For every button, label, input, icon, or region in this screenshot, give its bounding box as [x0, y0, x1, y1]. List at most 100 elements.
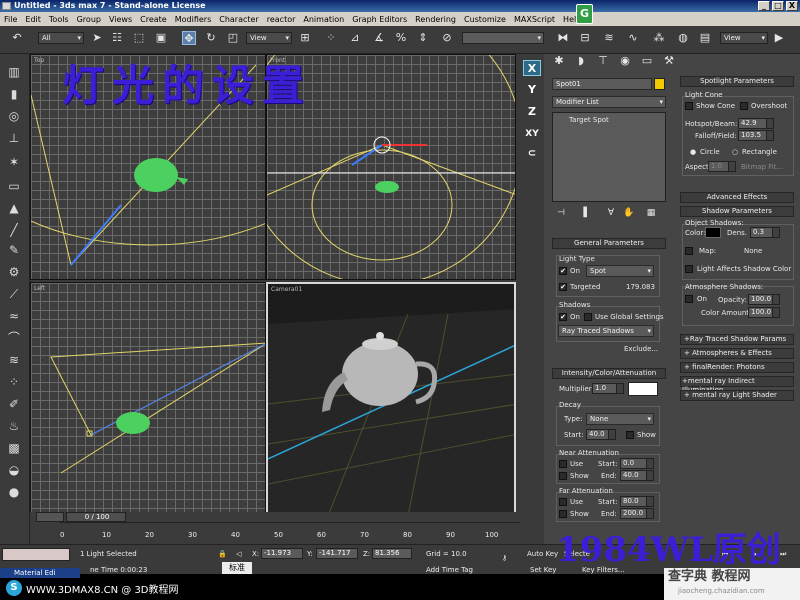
playback-end-icon[interactable]: ⏭ — [780, 550, 786, 559]
track-bar[interactable]: 0 10 20 30 40 50 60 70 80 90 100 — [60, 522, 520, 540]
axis-xy-button[interactable]: XY — [523, 126, 541, 142]
tool-cone-icon[interactable]: ▲ — [6, 200, 22, 216]
tool-camera-icon[interactable]: ▩ — [6, 440, 22, 456]
viewport-label[interactable]: Left — [34, 285, 45, 292]
time-slider-prev[interactable] — [36, 512, 64, 522]
render-scene-icon[interactable]: ▤ — [698, 31, 712, 45]
near-show-checkbox[interactable] — [559, 472, 567, 480]
menu-create[interactable]: Create — [136, 15, 171, 24]
mirror-icon[interactable]: ⧓ — [556, 31, 570, 45]
window-crossing-icon[interactable]: ▣ — [154, 31, 168, 45]
tool-sphere-icon[interactable]: ● — [6, 484, 22, 500]
hotspot-spinner[interactable]: 42.9 — [738, 118, 774, 129]
far-end-spinner[interactable]: 200.0 — [620, 508, 654, 519]
far-start-spinner[interactable]: 80.0 — [620, 496, 654, 507]
atmospheres-effects-rollout[interactable]: + Atmospheres & Effects — [680, 348, 794, 359]
menu-tools[interactable]: Tools — [45, 15, 73, 24]
magnet-icon[interactable]: ⊂ — [523, 146, 541, 162]
light-on-checkbox[interactable]: ✔ — [559, 267, 567, 275]
light-affects-checkbox[interactable] — [685, 265, 693, 273]
atmosphere-on-checkbox[interactable] — [685, 295, 693, 303]
pivot-icon[interactable]: ⊞ — [298, 31, 312, 45]
general-parameters-header[interactable]: General Parameters — [552, 238, 666, 249]
material-editor-task[interactable]: Material Edi — [0, 568, 80, 578]
move-icon[interactable]: ✥ — [182, 31, 196, 45]
display-tab-icon[interactable]: ▭ — [640, 54, 654, 68]
select-arrow-icon[interactable]: ➤ — [90, 31, 104, 45]
object-name-field[interactable]: Spot01 — [552, 78, 652, 90]
spotlight-parameters-header[interactable]: Spotlight Parameters — [680, 76, 794, 87]
intensity-header[interactable]: Intensity/Color/Attenuation — [552, 368, 666, 379]
menu-animation[interactable]: Animation — [299, 15, 348, 24]
ref-coord-dropdown[interactable]: View — [246, 32, 292, 44]
near-use-checkbox[interactable] — [559, 460, 567, 468]
add-time-tag-button[interactable]: Add Time Tag — [426, 566, 473, 574]
tool-helper-icon[interactable]: ⊥ — [6, 130, 22, 146]
shadow-type-dropdown[interactable]: Ray Traced Shadows — [558, 325, 654, 337]
shadow-parameters-header[interactable]: Shadow Parameters — [680, 206, 794, 217]
menu-modifiers[interactable]: Modifiers — [171, 15, 216, 24]
tool-dome-icon[interactable]: ◒ — [6, 462, 22, 478]
y-coord-field[interactable]: -141.717 — [316, 548, 358, 559]
tool-pen-icon[interactable]: ✎ — [6, 242, 22, 258]
configure-sets-icon[interactable]: ▦ — [644, 206, 658, 220]
tool-cylinder-icon[interactable]: ▮ — [6, 86, 22, 102]
z-coord-field[interactable]: 81.356 — [372, 548, 412, 559]
shadows-on-checkbox[interactable]: ✔ — [559, 313, 567, 321]
menu-character[interactable]: Character — [215, 15, 263, 24]
menu-reactor[interactable]: reactor — [263, 15, 300, 24]
exclude-button[interactable]: Exclude... — [624, 344, 658, 354]
make-unique-icon[interactable]: ∀ — [604, 206, 618, 220]
show-end-result-icon[interactable]: ▌ — [580, 206, 594, 220]
rotate-icon[interactable]: ↻ — [204, 31, 218, 45]
color-amount-spinner[interactable]: 100.0 — [748, 307, 780, 318]
targeted-checkbox[interactable]: ✔ — [559, 283, 567, 291]
viewport-left[interactable]: Left — [30, 282, 266, 514]
stack-item[interactable]: Target Spot — [569, 115, 609, 125]
tool-box-icon[interactable]: ▥ — [6, 64, 22, 80]
tool-brush-icon[interactable]: ✐ — [6, 396, 22, 412]
light-type-dropdown[interactable]: Spot — [586, 265, 654, 277]
mental-ray-shader-rollout[interactable]: + mental ray Light Shader — [680, 390, 794, 401]
rectangle-radio[interactable]: ○ — [732, 147, 738, 157]
pin-stack-icon[interactable]: ⊣ — [554, 206, 568, 220]
manipulate-icon[interactable]: ⁘ — [324, 31, 338, 45]
modifier-stack[interactable]: Target Spot — [552, 112, 666, 202]
menu-customize[interactable]: Customize — [460, 15, 510, 24]
tool-star-icon[interactable]: ✶ — [6, 154, 22, 170]
shadow-map-checkbox[interactable] — [685, 247, 693, 255]
set-key-button[interactable]: Set Key — [530, 566, 556, 574]
falloff-spinner[interactable]: 103.5 — [738, 130, 774, 141]
maxscript-listener[interactable] — [2, 548, 70, 561]
modify-tab-icon[interactable]: ◗ — [574, 54, 588, 68]
curve-editor-icon[interactable]: ∿ — [626, 31, 640, 45]
circle-radio[interactable]: ● — [690, 147, 696, 157]
lock-icon[interactable]: 🔒 — [218, 550, 227, 558]
viewport-camera[interactable]: Camera01 — [266, 282, 516, 514]
light-color-swatch[interactable] — [628, 382, 658, 396]
menu-rendering[interactable]: Rendering — [411, 15, 460, 24]
select-by-name-icon[interactable]: ☷ — [110, 31, 124, 45]
tool-particle-icon[interactable]: ⁘ — [6, 374, 22, 390]
percent-snap-icon[interactable]: % — [394, 31, 408, 45]
menu-group[interactable]: Group — [73, 15, 105, 24]
tool-gear-icon[interactable]: ⚙ — [6, 264, 22, 280]
advanced-effects-header[interactable]: Advanced Effects — [680, 192, 794, 203]
menu-maxscript[interactable]: MAXScript — [510, 15, 559, 24]
angle-snap-icon[interactable]: ∡ — [372, 31, 386, 45]
frame-counter[interactable]: 0 / 100 — [66, 512, 126, 522]
scale-icon[interactable]: ◰ — [226, 31, 240, 45]
object-color-swatch[interactable] — [654, 78, 665, 90]
viewport-label[interactable]: Camera01 — [271, 286, 302, 293]
density-spinner[interactable]: 0.3 — [750, 227, 780, 238]
schematic-icon[interactable]: ⁂ — [652, 31, 666, 45]
render-view-dropdown[interactable]: View — [720, 32, 768, 44]
snap-icon[interactable]: ⊿ — [348, 31, 362, 45]
axis-z-button[interactable]: Z — [523, 104, 541, 120]
minimize-button[interactable]: _ — [758, 1, 770, 11]
use-global-checkbox[interactable] — [584, 313, 592, 321]
final-render-rollout[interactable]: + finalRender: Photons — [680, 362, 794, 373]
x-coord-field[interactable]: -11.973 — [261, 548, 303, 559]
opacity-spinner[interactable]: 100.0 — [748, 294, 780, 305]
show-cone-checkbox[interactable] — [685, 102, 693, 110]
